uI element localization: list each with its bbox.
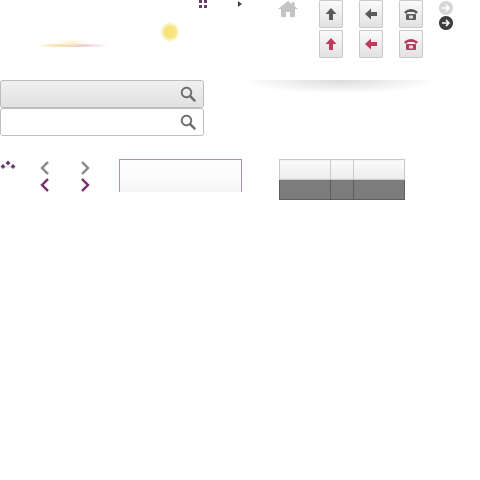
chevron-right-icon[interactable] <box>78 161 92 175</box>
phone-button[interactable] <box>399 0 423 28</box>
chevron-right-icon-active[interactable] <box>78 178 92 192</box>
telephone-icon <box>404 39 418 50</box>
search-field-filled[interactable] <box>0 80 204 108</box>
highlight-glow <box>36 39 108 47</box>
table-row[interactable] <box>279 179 405 200</box>
arrow-up-icon <box>325 38 337 50</box>
search-field[interactable] <box>0 108 204 136</box>
next-round-button[interactable] <box>439 16 453 30</box>
shadow-divider <box>240 80 440 94</box>
table-cell <box>353 179 405 200</box>
chevron-left-icon-active[interactable] <box>38 178 52 192</box>
phone-button-active[interactable] <box>399 30 423 58</box>
up-button-active[interactable] <box>319 30 343 58</box>
search-input[interactable] <box>7 85 171 105</box>
header-cell <box>279 159 331 180</box>
caret-right-icon[interactable] <box>238 1 242 7</box>
telephone-icon <box>404 9 418 20</box>
arrow-left-icon <box>365 38 377 50</box>
header-cell <box>353 159 405 180</box>
sun-icon <box>160 22 180 42</box>
search-icon[interactable] <box>180 114 196 130</box>
search-icon[interactable] <box>180 86 196 102</box>
grid-icon[interactable] <box>199 0 209 9</box>
back-button-active[interactable] <box>359 30 383 58</box>
back-button[interactable] <box>359 0 383 28</box>
arrow-right-icon <box>442 4 451 12</box>
table-cell <box>279 179 331 200</box>
table-cell <box>330 179 354 200</box>
data-table <box>279 159 405 200</box>
up-button[interactable] <box>319 0 343 28</box>
next-round-button-disabled[interactable] <box>439 1 453 15</box>
arrow-left-icon <box>365 8 377 20</box>
arrow-right-icon <box>442 19 451 27</box>
arrow-up-icon <box>325 8 337 20</box>
search-input[interactable] <box>7 113 171 133</box>
chevron-left-icon[interactable] <box>38 161 52 175</box>
diamond-cluster-icon[interactable] <box>0 159 16 171</box>
header-cell <box>330 159 354 180</box>
text-box[interactable] <box>119 159 242 192</box>
home-icon[interactable] <box>277 0 299 18</box>
table-header-row <box>279 159 405 180</box>
